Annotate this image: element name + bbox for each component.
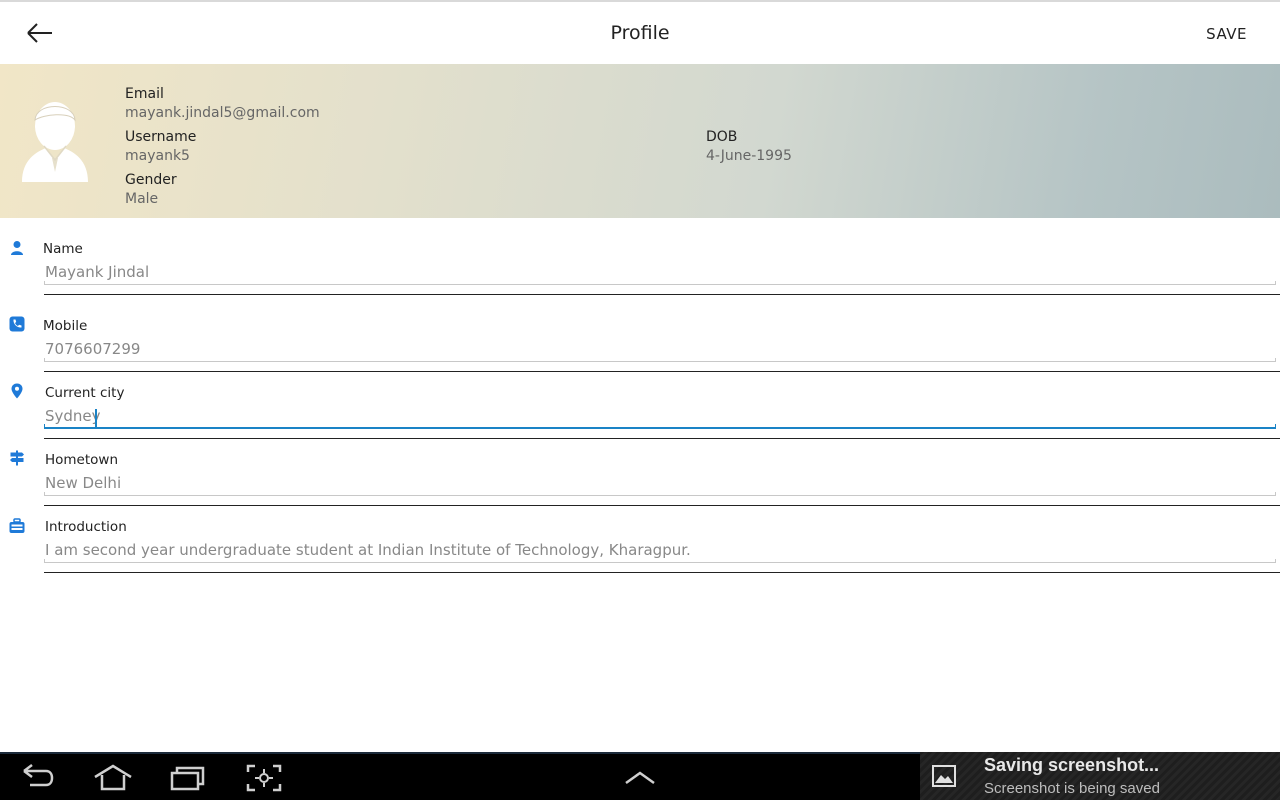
hometown-label: Hometown (45, 452, 119, 468)
nav-home-button[interactable] (93, 763, 133, 793)
current-city-label: Current city (45, 385, 125, 401)
introduction-input[interactable]: I am second year undergraduate student a… (44, 541, 1276, 563)
nav-recent-apps-icon (170, 766, 205, 791)
input-edge (1275, 559, 1276, 563)
input-edge (44, 358, 45, 362)
briefcase-icon (9, 518, 25, 533)
nav-screenshot-button[interactable] (246, 763, 282, 793)
app-bar: Profile SAVE (0, 0, 1280, 64)
input-edge (1275, 424, 1276, 428)
person-icon (11, 241, 23, 255)
input-edge (44, 281, 45, 285)
row-divider (44, 371, 1280, 372)
row-divider (44, 505, 1280, 506)
page-title: Profile (610, 22, 670, 44)
avatar-icon (22, 102, 88, 182)
chevron-up-icon (625, 771, 655, 785)
name-label: Name (43, 241, 83, 257)
nav-back-icon (23, 764, 54, 787)
email-value: mayank.jindal5@gmail.com (125, 105, 320, 121)
row-divider (44, 294, 1280, 295)
nav-recent-apps-button[interactable] (170, 763, 206, 793)
current-city-input[interactable]: Sydney (44, 407, 1276, 429)
mobile-input[interactable]: 7076607299 (44, 340, 1276, 362)
row-divider (44, 438, 1280, 439)
input-edge (1275, 281, 1276, 285)
signpost-icon (10, 450, 24, 466)
notification-title: Saving screenshot... (984, 755, 1160, 775)
input-edge (44, 492, 45, 496)
nav-home-icon (94, 764, 132, 791)
profile-header: Email mayank.jindal5@gmail.com Username … (0, 64, 1280, 218)
input-edge (1275, 358, 1276, 362)
screenshot-capture-icon (246, 764, 282, 792)
nav-back-button[interactable] (20, 763, 56, 793)
notification-subtitle: Screenshot is being saved (984, 780, 1160, 797)
username-label: Username (125, 129, 197, 145)
gender-label: Gender (125, 172, 177, 188)
mobile-label: Mobile (43, 318, 88, 334)
nav-expand-button[interactable] (622, 763, 658, 793)
input-edge (44, 559, 45, 563)
gender-value: Male (125, 191, 159, 207)
hometown-input[interactable]: New Delhi (44, 474, 1276, 496)
input-edge (1275, 492, 1276, 496)
save-button[interactable]: SAVE (1206, 25, 1247, 43)
dob-value: 4-June-1995 (706, 148, 792, 164)
introduction-label: Introduction (45, 519, 127, 535)
email-label: Email (125, 86, 164, 102)
screenshot-notification[interactable]: Saving screenshot... Screenshot is being… (920, 752, 1280, 800)
name-input[interactable]: Mayank Jindal (44, 263, 1276, 285)
phone-icon (9, 316, 25, 332)
input-edge (44, 424, 45, 428)
location-pin-icon (11, 383, 23, 399)
row-divider (44, 572, 1280, 573)
username-value: mayank5 (125, 148, 190, 164)
image-icon (932, 765, 956, 787)
dob-label: DOB (706, 129, 738, 145)
text-caret (95, 409, 97, 428)
